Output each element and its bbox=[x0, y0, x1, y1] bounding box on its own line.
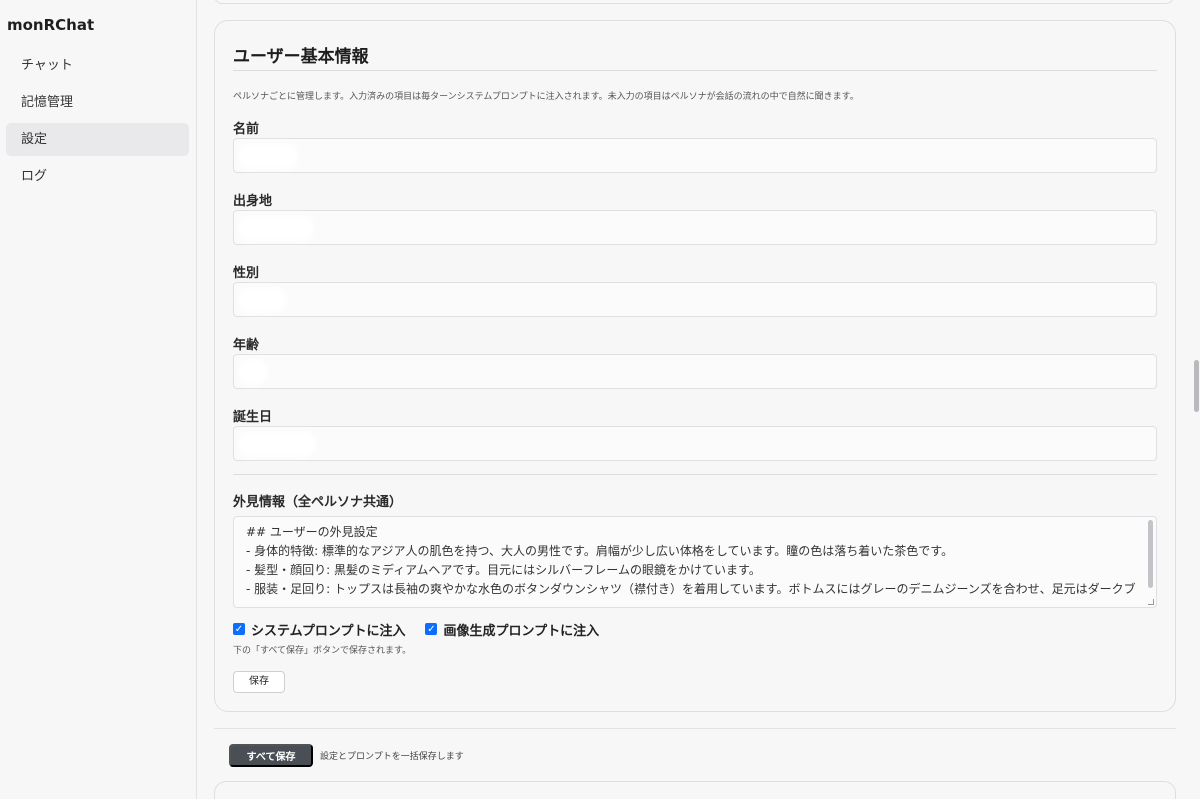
sidebar-item-settings[interactable]: 設定 bbox=[6, 123, 189, 156]
save-all-button[interactable]: すべて保存 bbox=[229, 744, 313, 767]
sidebar-nav: チャット 記憶管理 設定 ログ bbox=[6, 49, 189, 197]
redacted-value bbox=[242, 435, 312, 453]
birthday-field[interactable] bbox=[233, 426, 1157, 461]
divider bbox=[233, 474, 1157, 475]
user-info-card: ユーザー基本情報 ペルソナごとに管理します。入力済みの項目は毎ターンシステムプロ… bbox=[214, 20, 1176, 712]
appearance-line: - 身体的特徴: 標準的なアジア人の肌色を持つ、大人の男性です。肩幅が少し広い体… bbox=[246, 544, 954, 558]
sidebar-item-memory[interactable]: 記憶管理 bbox=[6, 86, 189, 119]
redacted-value bbox=[242, 291, 282, 309]
save-note: 下の「すべて保存」ボタンで保存されます。 bbox=[233, 646, 412, 656]
checkbox-checked-icon[interactable]: ✓ bbox=[425, 623, 438, 635]
sidebar-item-log[interactable]: ログ bbox=[6, 160, 189, 193]
app-brand: monRChat bbox=[7, 16, 95, 34]
textarea-scrollbar[interactable] bbox=[1148, 520, 1153, 588]
appearance-line: - 髪型・顔回り: 黒髪のミディアムヘアです。目元にはシルバーフレームの眼鏡をか… bbox=[246, 563, 761, 577]
gender-label: 性別 bbox=[233, 266, 260, 281]
inject-options: ✓ システムプロンプトに注入 ✓ 画像生成プロンプトに注入 bbox=[233, 620, 619, 639]
birthday-label: 誕生日 bbox=[233, 410, 273, 425]
birthplace-field[interactable] bbox=[233, 210, 1157, 245]
next-card bbox=[214, 781, 1176, 799]
save-button[interactable]: 保存 bbox=[233, 671, 285, 693]
name-label: 名前 bbox=[233, 122, 260, 137]
appearance-line: ## ユーザーの外見設定 bbox=[246, 525, 378, 539]
redacted-value bbox=[242, 147, 294, 165]
redacted-value bbox=[242, 363, 264, 381]
appearance-textarea[interactable]: ## ユーザーの外見設定 - 身体的特徴: 標準的なアジア人の肌色を持つ、大人の… bbox=[233, 516, 1157, 608]
sidebar: monRChat チャット 記憶管理 設定 ログ bbox=[0, 0, 197, 799]
checkbox-label: システムプロンプトに注入 bbox=[251, 623, 406, 639]
image-prompt-checkbox[interactable]: ✓ 画像生成プロンプトに注入 bbox=[425, 620, 599, 639]
checkbox-label: 画像生成プロンプトに注入 bbox=[443, 623, 600, 639]
divider bbox=[233, 70, 1157, 71]
card-title: ユーザー基本情報 bbox=[233, 47, 369, 67]
redacted-value bbox=[242, 219, 310, 237]
resize-handle-icon[interactable] bbox=[1148, 599, 1154, 605]
gender-field[interactable] bbox=[233, 282, 1157, 317]
previous-card bbox=[214, 0, 1174, 4]
main-content: ユーザー基本情報 ペルソナごとに管理します。入力済みの項目は毎ターンシステムプロ… bbox=[198, 0, 1182, 799]
card-description: ペルソナごとに管理します。入力済みの項目は毎ターンシステムプロンプトに注入されま… bbox=[233, 92, 859, 102]
sidebar-item-chat[interactable]: チャット bbox=[6, 49, 189, 82]
checkbox-checked-icon[interactable]: ✓ bbox=[233, 623, 245, 635]
save-all-note: 設定とプロンプトを一括保存します bbox=[320, 752, 464, 762]
system-prompt-checkbox[interactable]: ✓ システムプロンプトに注入 bbox=[233, 620, 405, 639]
page-scrollbar-thumb[interactable] bbox=[1194, 360, 1199, 412]
appearance-line: - 服装・足回り: トップスは長袖の爽やかな水色のボタンダウンシャツ（襟付き）を… bbox=[246, 582, 1136, 596]
save-all-bar: すべて保存 設定とプロンプトを一括保存します bbox=[214, 728, 1176, 782]
birthplace-label: 出身地 bbox=[233, 194, 273, 209]
appearance-label: 外見情報（全ペルソナ共通） bbox=[233, 495, 403, 510]
age-field[interactable] bbox=[233, 354, 1157, 389]
name-field[interactable] bbox=[233, 138, 1157, 173]
age-label: 年齢 bbox=[233, 338, 260, 353]
